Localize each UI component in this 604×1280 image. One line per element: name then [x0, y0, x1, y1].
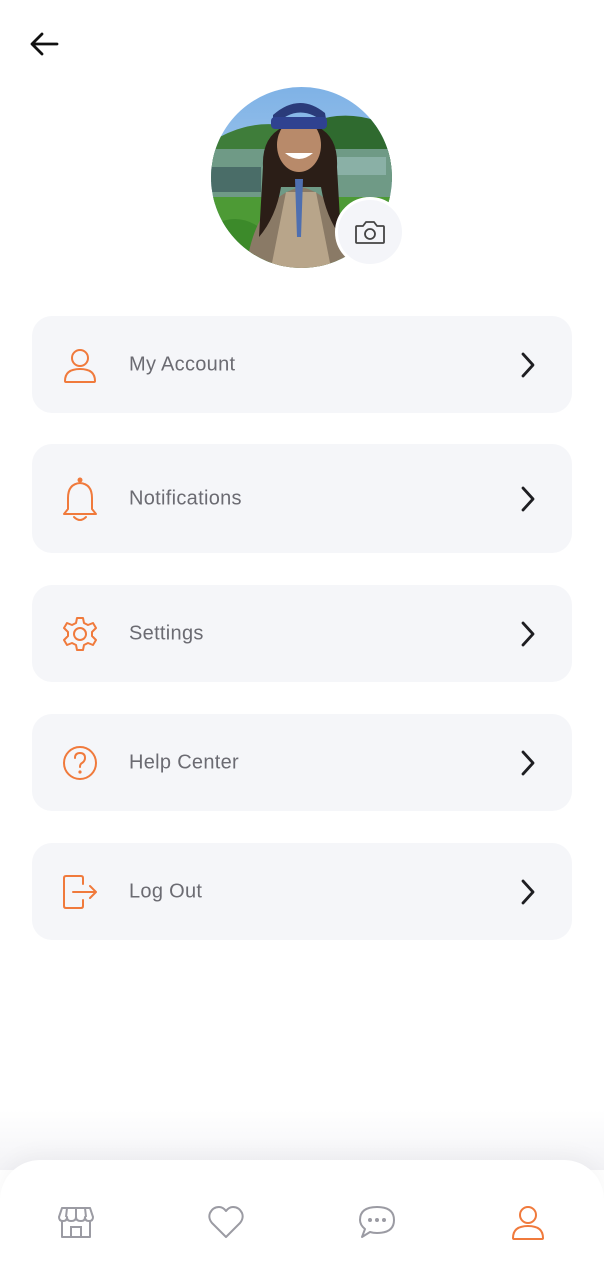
menu-item-help-center[interactable]: Help Center	[32, 714, 572, 811]
user-icon	[60, 345, 100, 385]
nav-item-profile[interactable]	[506, 1200, 550, 1244]
nav-item-favorites[interactable]	[204, 1200, 248, 1244]
arrow-left-icon	[30, 32, 59, 56]
menu-item-label: Settings	[129, 622, 204, 644]
chat-icon	[359, 1206, 395, 1238]
back-button[interactable]	[26, 28, 62, 60]
nav-item-shop[interactable]	[54, 1200, 98, 1244]
question-icon	[60, 743, 100, 783]
bottom-nav	[0, 1160, 604, 1280]
menu-item-label: My Account	[129, 353, 236, 375]
store-icon	[58, 1207, 94, 1238]
menu-item-label: Log Out	[129, 880, 203, 902]
chevron-right-icon	[518, 877, 538, 907]
chevron-right-icon	[518, 619, 538, 649]
menu-item-log-out[interactable]: Log Out	[32, 843, 572, 940]
chevron-right-icon	[518, 350, 538, 380]
chevron-right-icon	[518, 748, 538, 778]
menu-item-settings[interactable]: Settings	[32, 585, 572, 682]
menu-item-my-account[interactable]: My Account	[32, 316, 572, 413]
change-photo-button[interactable]	[335, 197, 405, 267]
logout-icon	[60, 872, 100, 912]
chevron-right-icon	[518, 484, 538, 514]
camera-icon	[355, 221, 385, 244]
menu-item-label: Help Center	[129, 751, 240, 773]
menu-item-label: Notifications	[129, 487, 242, 509]
gear-icon	[60, 614, 100, 654]
menu-item-notifications[interactable]: Notifications	[32, 444, 572, 553]
profile-avatar-section	[211, 87, 411, 272]
nav-item-chat[interactable]	[355, 1200, 399, 1244]
user-icon	[512, 1206, 544, 1240]
heart-icon	[208, 1206, 244, 1238]
bell-icon	[60, 477, 100, 521]
